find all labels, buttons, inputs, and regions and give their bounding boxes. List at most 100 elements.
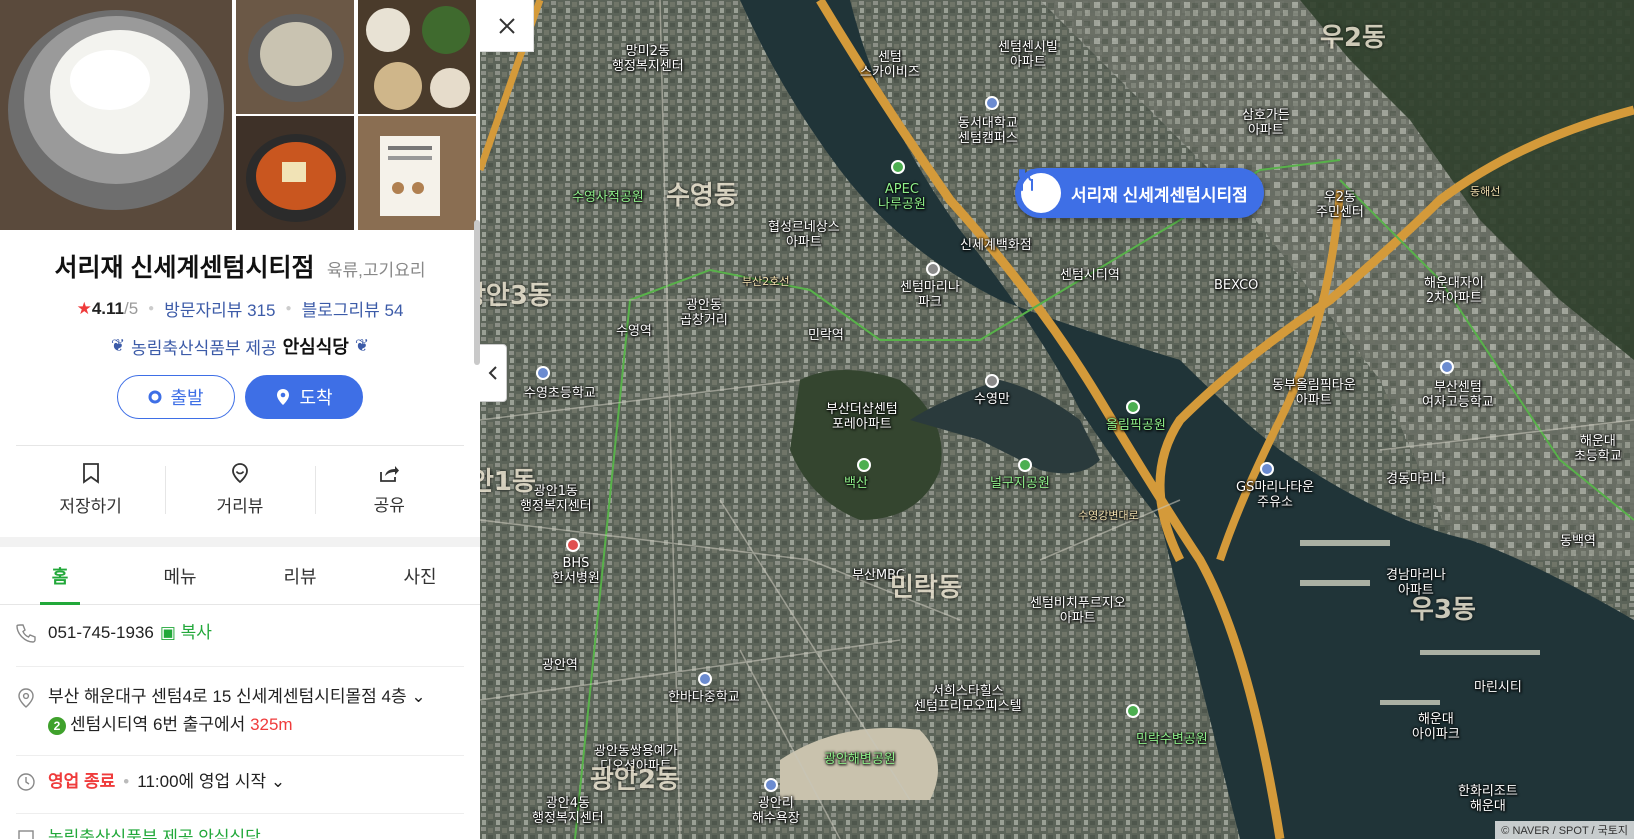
cert-row: 농림축산식품부 제공 안심식당 — [16, 814, 464, 839]
copy-phone-button[interactable]: ▣ 복사 — [160, 623, 212, 642]
close-button[interactable] — [480, 0, 534, 52]
map-attribution: © NAVER / SPOT / 국토지 — [1495, 821, 1634, 839]
separator: ● — [148, 303, 155, 314]
map-label[interactable]: 민락수변공원 — [1136, 732, 1208, 747]
blog-review-link[interactable]: 블로그리뷰 54 — [302, 296, 404, 321]
poi-marker[interactable] — [1126, 704, 1140, 718]
map-label[interactable]: 마린시티 — [1474, 680, 1522, 695]
tab-photos[interactable]: 사진 — [360, 547, 480, 604]
photo-thumb[interactable] — [358, 0, 476, 114]
copy-label: 복사 — [180, 623, 212, 642]
map-label[interactable]: 부산더샵센텀 포레아파트 — [826, 402, 898, 432]
map-label[interactable]: 백산 — [844, 476, 868, 491]
poi-marker[interactable] — [1018, 458, 1032, 472]
tab-menu[interactable]: 메뉴 — [120, 547, 240, 604]
arrive-button[interactable]: 도착 — [245, 375, 363, 419]
address-toggle[interactable]: 부산 해운대구 센텀4로 15 신세계센텀시티몰점 4층 ⌄ — [48, 683, 426, 711]
map-label[interactable]: 수영만 — [974, 392, 1010, 407]
photo-thumb[interactable] — [236, 0, 354, 114]
pin-label: 서리재 신세계센텀시티점 — [1071, 185, 1248, 205]
map-label[interactable]: 해운대자이 2차아파트 — [1424, 276, 1484, 306]
map-label[interactable]: 광안역 — [542, 658, 578, 673]
map-label[interactable]: 널구지공원 — [990, 476, 1050, 491]
visitor-review-link[interactable]: 방문자리뷰 315 — [164, 296, 275, 321]
map-label[interactable]: 동서대학교 센텀캠퍼스 — [958, 116, 1018, 146]
selected-place-pin[interactable]: 서리재 신세계센텀시티점 — [1015, 168, 1264, 218]
map-label[interactable]: 망미2동 행정복지센터 — [612, 44, 684, 74]
poi-marker[interactable] — [764, 778, 778, 792]
depart-button[interactable]: 출발 — [117, 375, 235, 419]
poi-marker[interactable] — [891, 160, 905, 174]
chevron-down-icon: ⌄ — [270, 772, 286, 791]
map-label[interactable]: 한화리조트 해운대 — [1458, 784, 1518, 814]
subway-line-badge: 2 — [48, 717, 66, 735]
place-category: 육류,고기요리 — [326, 261, 426, 280]
share-button[interactable]: 공유 — [314, 446, 464, 533]
poi-marker[interactable] — [985, 96, 999, 110]
map-view[interactable]: 망미2동행정복지센터 수영사적공원 수영동 광안3동 안1동 수영역 광안동곱창… — [480, 0, 1634, 839]
map-label[interactable]: 동부올림픽타운 아파트 — [1272, 378, 1356, 408]
depart-label: 출발 — [170, 388, 204, 408]
poi-marker[interactable] — [926, 262, 940, 276]
map-label[interactable]: 센텀비치푸르지오 아파트 — [1030, 596, 1126, 626]
map-label[interactable]: 경남마리나 아파트 — [1386, 568, 1446, 598]
collapse-panel-button[interactable] — [480, 344, 507, 402]
safe-restaurant-badge[interactable]: ❦ 농림축산식품부 제공 안심식당 ❦ — [0, 333, 480, 359]
map-label[interactable]: 센텀센시빌 아파트 — [998, 40, 1058, 70]
map-label[interactable]: 신세계백화점 — [960, 238, 1032, 253]
poi-marker[interactable] — [566, 538, 580, 552]
map-label[interactable]: 서희스타힐스 센텀프리모오피스텔 — [914, 684, 1022, 714]
save-button[interactable]: 저장하기 — [16, 446, 165, 533]
map-label[interactable]: 해운대 아이파크 — [1412, 712, 1460, 742]
rating: ★4.11/5 — [77, 299, 139, 319]
photo-thumb[interactable] — [358, 116, 476, 230]
poi-marker[interactable] — [985, 374, 999, 388]
map-label[interactable]: 광안4동 행정복지센터 — [532, 796, 604, 826]
map-label[interactable]: 센텀마리나 파크 — [900, 280, 960, 310]
map-label[interactable]: BHS 한서병원 — [552, 556, 600, 586]
map-label[interactable]: GS마리나타운 주유소 — [1236, 480, 1314, 510]
map-label[interactable]: 해운대 초등학교 — [1574, 434, 1622, 464]
map-label[interactable]: 수영역 — [616, 324, 652, 339]
hours-row[interactable]: 영업 종료 • 11:00에 영업 시작 ⌄ — [16, 756, 464, 814]
tab-reviews[interactable]: 리뷰 — [240, 547, 360, 604]
map-label[interactable]: 부산센텀 여자고등학교 — [1422, 380, 1494, 410]
satellite-map[interactable] — [480, 0, 1634, 839]
map-label[interactable]: 한바다중학교 — [668, 690, 740, 705]
tab-home[interactable]: 홈 — [0, 547, 120, 605]
poi-marker[interactable] — [536, 366, 550, 380]
subway-info: 2 센텀시티역 6번 출구에서 325m — [48, 711, 426, 739]
street-view-button[interactable]: 거리뷰 — [165, 446, 314, 533]
separator: ● — [285, 303, 292, 314]
map-label[interactable]: 광안리 해수욕장 — [752, 796, 800, 826]
subway-exit: 6번 출구에서 — [152, 715, 246, 734]
photo-main[interactable] — [0, 0, 232, 230]
map-label[interactable]: BEXCO — [1214, 278, 1258, 293]
map-label[interactable]: 수영사적공원 — [572, 190, 644, 205]
map-label[interactable]: 센텀시티역 — [1060, 268, 1120, 283]
phone-number[interactable]: 051-745-1936 — [48, 623, 154, 642]
map-label[interactable]: 수영초등학교 — [524, 386, 596, 401]
poi-marker[interactable] — [1440, 360, 1454, 374]
map-label[interactable]: 동백역 — [1560, 534, 1596, 549]
map-label[interactable]: 경동마리나 — [1386, 472, 1446, 487]
location-pin-icon — [277, 389, 290, 405]
poi-marker[interactable] — [857, 458, 871, 472]
photo-thumb[interactable] — [236, 116, 354, 230]
poi-marker[interactable] — [1260, 462, 1274, 476]
map-label[interactable]: 광안해변공원 — [824, 752, 896, 767]
map-label[interactable]: APEC 나루공원 — [878, 182, 926, 212]
map-label[interactable]: 협성르네상스 아파트 — [768, 220, 840, 250]
map-label[interactable]: 올림픽공원 — [1106, 418, 1166, 433]
map-label[interactable]: 광안1동 행정복지센터 — [520, 484, 592, 514]
map-label[interactable]: 삼호가든 아파트 — [1242, 108, 1290, 138]
map-label[interactable]: 민락역 — [808, 328, 844, 343]
address-text: 부산 해운대구 센텀4로 15 신세계센텀시티몰점 4층 — [48, 687, 407, 706]
map-label[interactable]: 광안동 곱창거리 — [680, 298, 728, 328]
info-list: 051-745-1936 ▣ 복사 부산 해운대구 센텀4로 15 신세계센텀시티… — [0, 605, 480, 839]
poi-marker[interactable] — [698, 672, 712, 686]
map-label[interactable]: 센텀 스카이비즈 — [860, 50, 920, 80]
phone-row: 051-745-1936 ▣ 복사 — [16, 605, 464, 667]
poi-marker[interactable] — [1126, 400, 1140, 414]
map-label[interactable]: 우2동 주민센터 — [1316, 190, 1364, 220]
